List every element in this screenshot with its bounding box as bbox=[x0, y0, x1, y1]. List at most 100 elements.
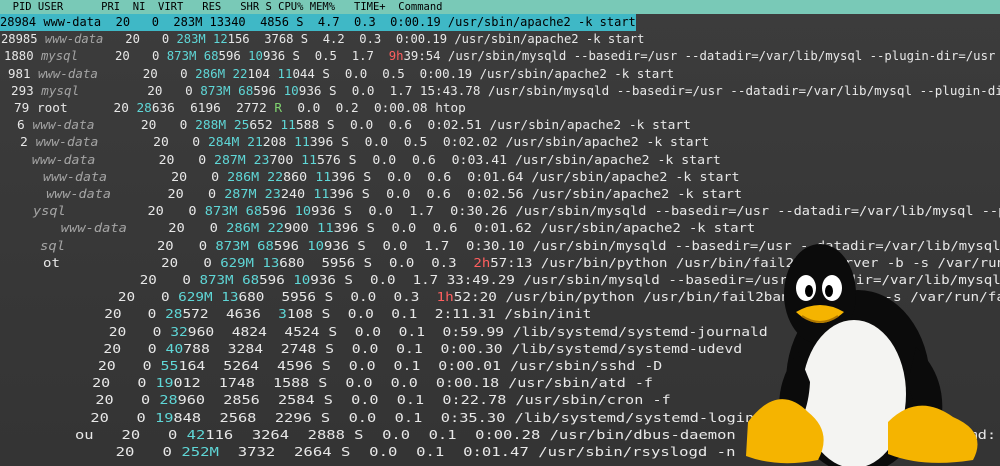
process-cell-text: mysql bbox=[41, 83, 80, 98]
process-cell-text: www-data bbox=[60, 221, 127, 236]
process-row[interactable]: www-data 20 0 287M 23700 11576 S 0.0 0.6… bbox=[24, 152, 721, 169]
process-cell-text: 576 S 0.0 0.6 0:03.41 /usr/sbin/apache2 … bbox=[317, 152, 721, 167]
process-cell-text: 20 0 bbox=[65, 204, 205, 219]
process-cell-text: 960 4824 4524 S 0.0 0.1 0:59.99 /lib/sys… bbox=[187, 324, 768, 339]
process-row[interactable]: 20 0 28572 4636 3108 S 0.0 0.1 2:11.31 /… bbox=[52, 306, 591, 323]
process-cell-text: 20 0 bbox=[98, 135, 208, 150]
process-cell-text: 293 bbox=[11, 83, 42, 98]
process-row[interactable]: 20 0 55164 5264 4596 S 0.0 0.1 0:00.01 /… bbox=[62, 358, 662, 375]
process-cell-text: 40 bbox=[165, 341, 184, 356]
process-cell-text: 900 bbox=[283, 221, 318, 236]
process-cell-text: 11 bbox=[317, 221, 334, 236]
process-cell-text: 1880 bbox=[4, 49, 41, 64]
process-cell-text: 20 0 bbox=[49, 290, 179, 305]
process-cell-text: 20 0 bbox=[103, 32, 177, 47]
process-cell-text: sql bbox=[40, 238, 66, 253]
process-cell-text: www-data bbox=[46, 187, 111, 201]
process-cell-text: 20 0 bbox=[68, 393, 160, 408]
process-cell-text: www-data bbox=[31, 152, 96, 167]
process-cell-text: 39:54 /usr/sbin/mysqld --basedir=/usr --… bbox=[403, 49, 996, 64]
process-row[interactable]: www-data 20 0 287M 23240 11396 S 0.0 0.6… bbox=[30, 186, 742, 203]
process-cell-text: 20 0 bbox=[95, 152, 215, 167]
process-row[interactable]: ysql 20 0 873M 68596 10936 S 0.0 1.7 0:3… bbox=[33, 203, 1000, 220]
process-cell-text: 3732 2664 S 0.0 0.1 0:01.47 /usr/sbin/rs… bbox=[218, 445, 736, 459]
process-cell-text: 873M 68 bbox=[199, 273, 260, 287]
process-cell-text: 20 0 bbox=[79, 83, 201, 98]
process-cell-text: 2 bbox=[20, 135, 36, 150]
process-cell-text: 596 bbox=[253, 83, 284, 98]
process-cell-text: 936 S 0.0 1.7 15:43.78 /usr/sbin/mysqld … bbox=[298, 83, 1000, 98]
process-cell-text: 20 0 bbox=[46, 273, 200, 287]
process-cell-text: 164 5264 4596 S 0.0 0.1 0:00.01 /usr/sbi… bbox=[178, 359, 663, 373]
process-cell-text: 10 bbox=[248, 49, 263, 64]
process-row[interactable]: 20 0 28960 2856 2584 S 0.0 0.1 0:22.78 /… bbox=[68, 392, 670, 409]
process-row[interactable]: 20 0 19848 2568 2296 S 0.0 0.1 0:35.30 /… bbox=[72, 410, 763, 427]
process-cell-text: 700 bbox=[269, 152, 302, 167]
process-row[interactable]: 20 0 19012 1748 1588 S 0.0 0.0 0:00.18 /… bbox=[65, 375, 653, 392]
process-cell-text: www-data bbox=[43, 169, 108, 184]
process-cell-text bbox=[36, 221, 61, 235]
process-row[interactable]: 20 0 252M 3732 2664 S 0.0 0.1 0:01.47 /u… bbox=[78, 444, 736, 461]
process-cell-text: 596 bbox=[218, 49, 249, 64]
process-cell-text: 860 bbox=[283, 169, 316, 184]
process-cell-text: 20 0 bbox=[97, 66, 196, 81]
process-row[interactable]: www-data 20 0 286M 22860 11396 S 0.0 0.6… bbox=[27, 169, 739, 186]
process-row[interactable]: 1880 mysql 20 0 873M 68596 10936 S 0.5 1… bbox=[4, 48, 995, 65]
process-cell-text: www-data bbox=[35, 135, 99, 150]
process-cell-text: 9h bbox=[388, 49, 404, 64]
process-cell-text: R bbox=[274, 101, 283, 115]
process-cell-text: 11 bbox=[313, 187, 330, 201]
process-cell-text: 287M 23 bbox=[224, 187, 281, 201]
process-cell-text: 20 0 bbox=[65, 376, 156, 391]
process-cell-text: 2h bbox=[473, 255, 491, 270]
process-cell-text: 20 0 bbox=[126, 221, 227, 236]
process-row[interactable]: 2 www-data 20 0 284M 21208 11396 S 0.0 0… bbox=[20, 134, 709, 151]
process-cell-text: 284M 21 bbox=[207, 135, 263, 150]
process-cell-text: 28985 bbox=[1, 32, 45, 47]
process-row[interactable]: 79 root 20 28636 6196 2772 R 0.0 0.2 0:0… bbox=[14, 100, 466, 117]
process-row-selected[interactable]: 28984 www-data 20 0 283M 13340 4856 S 4.… bbox=[0, 14, 636, 31]
process-cell-text: 20 0 bbox=[93, 427, 187, 442]
process-row[interactable]: www-data 20 0 286M 22900 11396 S 0.0 0.6… bbox=[36, 220, 755, 237]
process-cell-text: www-data bbox=[32, 118, 95, 133]
process-cell-text: 396 S 0.0 0.5 0:02.02 /usr/sbin/apache2 … bbox=[309, 135, 710, 150]
terminal-screen: PID USER PRI NI VIRT RES SHR S CPU% MEM%… bbox=[0, 0, 1000, 466]
process-row[interactable]: 20 0 40788 3284 2748 S 0.0 0.1 0:00.30 /… bbox=[59, 341, 742, 358]
process-cell-text: 20 0 bbox=[110, 187, 225, 201]
process-cell-text: 28984 www-data 20 0 283M 13340 4856 S 4.… bbox=[0, 15, 636, 29]
process-cell-text: 286M 22 bbox=[226, 221, 284, 236]
process-cell-text: 208 bbox=[262, 135, 295, 150]
process-cell-text: 1h bbox=[436, 290, 454, 305]
process-cell-text: 873M 68 bbox=[204, 204, 263, 219]
process-cell-text: 28 bbox=[165, 307, 183, 322]
process-cell-text: 981 bbox=[8, 66, 38, 81]
process-cell-text: 012 1748 1588 S 0.0 0.0 0:00.18 /usr/sbi… bbox=[173, 376, 653, 391]
process-cell-text: 104 bbox=[247, 66, 278, 81]
process-row[interactable]: 20 0 32960 4824 4524 S 0.0 0.1 0:59.99 /… bbox=[56, 324, 768, 341]
process-cell-text: mysql bbox=[40, 49, 78, 64]
process-cell-text: 396 S 0.0 0.6 0:01.64 /usr/sbin/apache2 … bbox=[331, 169, 740, 184]
process-cell-text: 873M 68 bbox=[166, 49, 219, 64]
process-cell-text: 240 bbox=[280, 187, 314, 201]
process-cell-text: ot bbox=[43, 255, 60, 270]
process-cell-text: 283M 12 bbox=[176, 32, 228, 47]
process-cell-text: 20 0 bbox=[94, 118, 196, 133]
process-cell-text: 936 S 0.5 1.7 bbox=[262, 49, 389, 64]
process-row[interactable]: 981 www-data 20 0 286M 22104 11044 S 0.0… bbox=[8, 66, 674, 83]
process-cell-text: 680 5956 S 0.0 0.3 bbox=[238, 290, 437, 305]
process-cell-text: 286M 22 bbox=[195, 66, 248, 81]
process-row[interactable]: 28985 www-data 20 0 283M 12156 3768 S 4.… bbox=[1, 31, 644, 48]
process-cell-text: ysql bbox=[33, 204, 66, 219]
process-cell-text: 10 bbox=[307, 238, 324, 253]
process-row[interactable]: 293 mysql 20 0 873M 68596 10936 S 0.0 1.… bbox=[11, 83, 1000, 100]
process-row[interactable]: 6 www-data 20 0 288M 25652 11588 S 0.0 0… bbox=[17, 117, 691, 134]
process-cell-text: 20 0 bbox=[59, 341, 166, 356]
process-cell-text: 32 bbox=[170, 324, 188, 339]
process-cell-text: 288M 25 bbox=[195, 118, 250, 133]
process-cell-text: 3 bbox=[278, 307, 287, 322]
process-cell-text: 596 bbox=[259, 273, 294, 287]
process-cell-text: 20 0 bbox=[52, 307, 166, 322]
process-cell-text: 11 bbox=[315, 169, 332, 184]
process-cell-text: 629M 13 bbox=[220, 255, 280, 270]
process-cell-text: 42 bbox=[186, 427, 206, 442]
